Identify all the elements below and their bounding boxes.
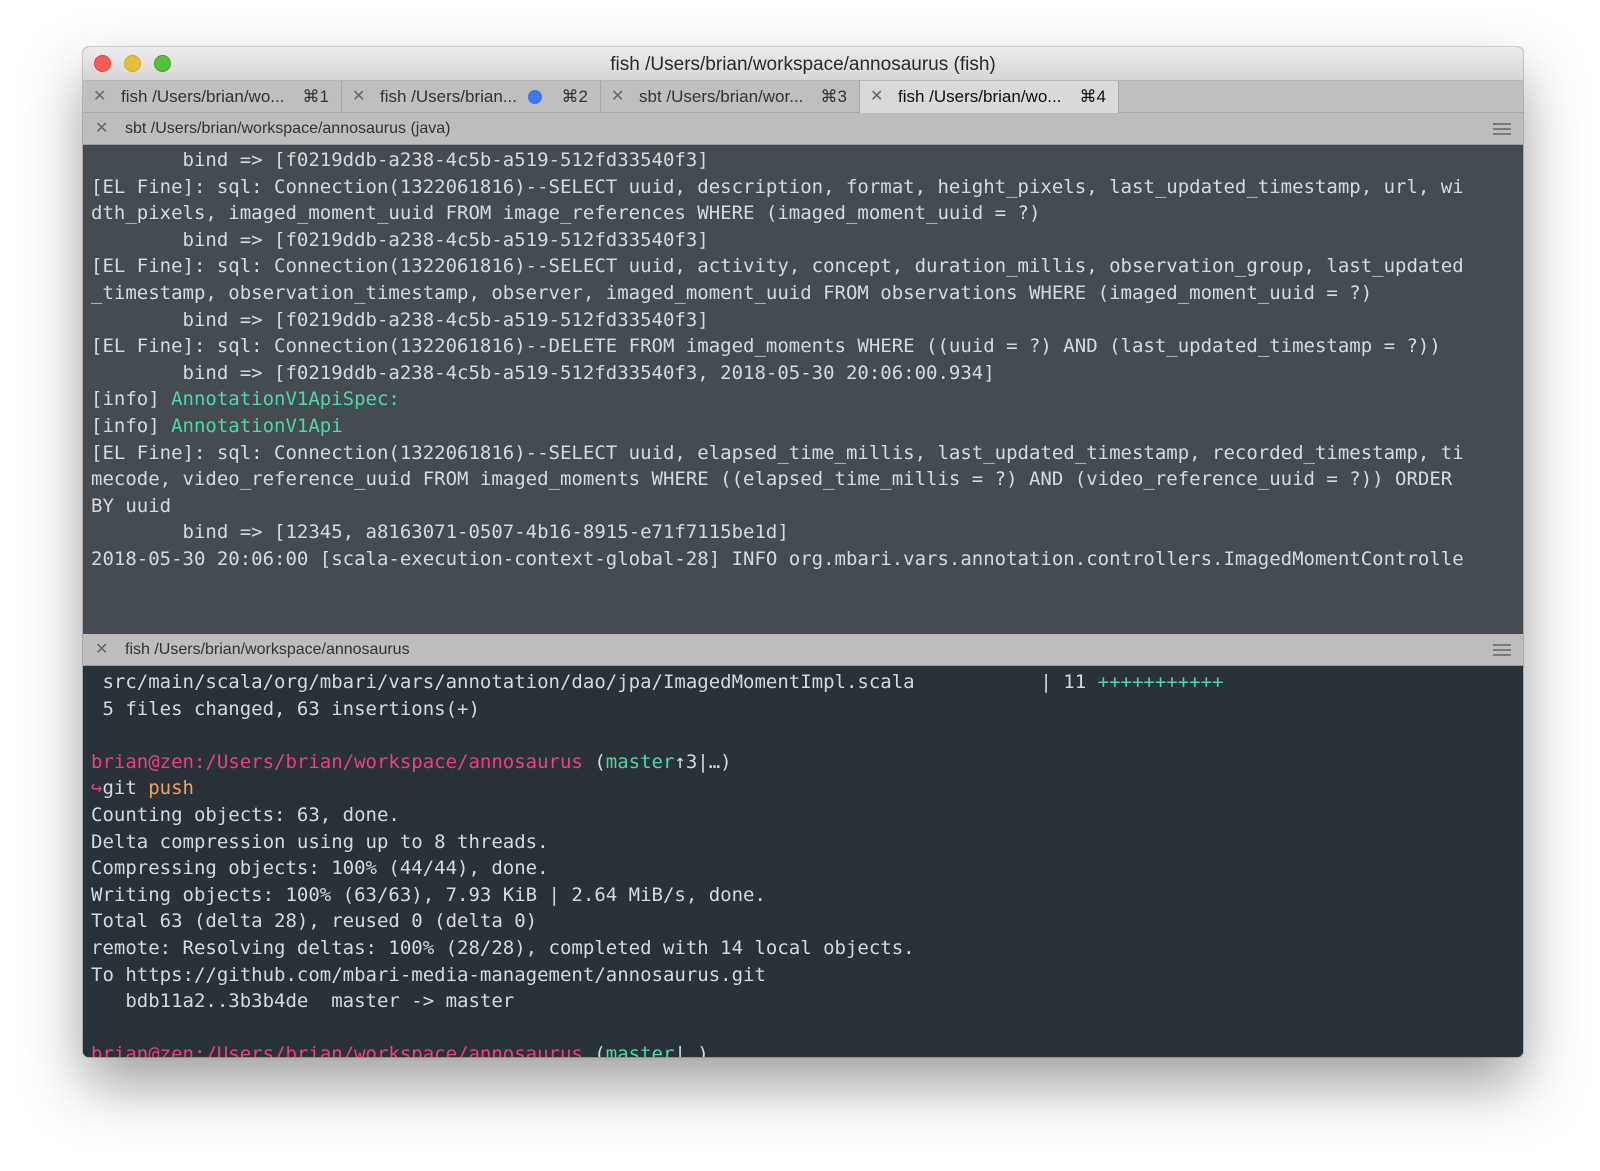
pane-menu-icon[interactable] bbox=[1493, 123, 1511, 138]
terminal-line: [EL Fine]: sql: Connection(1322061816)--… bbox=[91, 255, 1464, 278]
info-prefix: [info] bbox=[91, 388, 172, 411]
tab-shortcut: ⌘1 bbox=[302, 87, 329, 106]
diffstat-plus: +++++++++++ bbox=[1097, 671, 1224, 693]
terminal-line: [EL Fine]: sql: Connection(1322061816)--… bbox=[91, 335, 1441, 358]
title-bar[interactable]: fish /Users/brian/workspace/annosaurus (… bbox=[83, 47, 1523, 81]
test-api-name: AnnotationV1Api bbox=[171, 414, 343, 437]
top-pane-header[interactable]: ✕ sbt /Users/brian/workspace/annosaurus … bbox=[83, 113, 1523, 145]
close-pane-icon[interactable]: ✕ bbox=[95, 113, 108, 144]
tab-2[interactable]: ✕ fish /Users/brian... ⌘2 bbox=[342, 81, 601, 113]
terminal-line: bind => [f0219ddb-a238-4c5b-a519-512fd33… bbox=[91, 361, 995, 384]
terminal-line: _timestamp, observation_timestamp, obser… bbox=[91, 281, 1373, 304]
git-status: |…) bbox=[674, 1043, 709, 1057]
output-line: bdb11a2..3b3b4de master -> master bbox=[91, 990, 515, 1013]
terminal-line: dth_pixels, imaged_moment_uuid FROM imag… bbox=[91, 202, 1041, 225]
tab-1[interactable]: ✕ fish /Users/brian/wo... ⌘1 bbox=[83, 81, 342, 113]
tab-label: fish /Users/brian/wo... bbox=[898, 87, 1062, 106]
close-tab-icon[interactable]: ✕ bbox=[870, 81, 883, 112]
command-name: git bbox=[102, 777, 137, 800]
terminal-line: bind => [f0219ddb-a238-4c5b-a519-512fd33… bbox=[91, 308, 709, 331]
terminal-line: [EL Fine]: sql: Connection(1322061816)--… bbox=[91, 175, 1464, 198]
bottom-terminal-pane[interactable]: src/main/scala/org/mbari/vars/annotation… bbox=[83, 666, 1523, 1057]
output-line: remote: Resolving deltas: 100% (28/28), … bbox=[91, 936, 915, 959]
git-status: ↑3|…) bbox=[674, 750, 732, 773]
terminal-line: mecode, video_reference_uuid FROM imaged… bbox=[91, 468, 1453, 491]
output-line: Writing objects: 100% (63/63), 7.93 KiB … bbox=[91, 883, 766, 906]
bottom-pane-header[interactable]: ✕ fish /Users/brian/workspace/annosaurus bbox=[83, 634, 1523, 666]
close-tab-icon[interactable]: ✕ bbox=[93, 81, 106, 112]
output-line: Counting objects: 63, done. bbox=[91, 803, 400, 826]
output-line: Delta compression using up to 8 threads. bbox=[91, 830, 549, 853]
close-pane-icon[interactable]: ✕ bbox=[95, 634, 108, 665]
info-prefix: [info] bbox=[91, 414, 172, 437]
tab-bar: ✕ fish /Users/brian/wo... ⌘1 ✕ fish /Use… bbox=[83, 81, 1523, 113]
tab-shortcut: ⌘2 bbox=[561, 87, 588, 106]
prompt-paren: ( bbox=[582, 750, 606, 773]
prompt-line: brian@zen:/Users/brian/workspace/annosau… bbox=[91, 1041, 1523, 1057]
close-tab-icon[interactable]: ✕ bbox=[611, 81, 624, 112]
test-spec-name: AnnotationV1ApiSpec: bbox=[171, 388, 400, 411]
output-line: Compressing objects: 100% (44/44), done. bbox=[91, 857, 549, 880]
terminal-line: BY uuid bbox=[91, 494, 172, 517]
command-line: ↪git push bbox=[91, 775, 1523, 802]
tab-label: sbt /Users/brian/wor... bbox=[639, 87, 804, 106]
terminal-line: bind => [f0219ddb-a238-4c5b-a519-512fd33… bbox=[91, 149, 709, 171]
git-branch: master bbox=[605, 750, 675, 773]
window-title: fish /Users/brian/workspace/annosaurus (… bbox=[610, 54, 996, 75]
info-line: [info] AnnotationV1ApiSpec: bbox=[91, 386, 1523, 413]
terminal-line: [EL Fine]: sql: Connection(1322061816)--… bbox=[91, 441, 1464, 464]
output-line: Total 63 (delta 28), reused 0 (delta 0) bbox=[91, 910, 538, 933]
tab-shortcut: ⌘3 bbox=[820, 87, 847, 106]
pane-menu-icon[interactable] bbox=[1493, 644, 1511, 659]
close-tab-icon[interactable]: ✕ bbox=[352, 81, 365, 112]
tab-4[interactable]: ✕ fish /Users/brian/wo... ⌘4 bbox=[860, 81, 1119, 113]
prompt-path: brian@zen:/Users/brian/workspace/annosau… bbox=[91, 1043, 583, 1057]
top-pane-title: sbt /Users/brian/workspace/annosaurus (j… bbox=[125, 120, 451, 137]
output-line: To https://github.com/mbari-media-manage… bbox=[91, 963, 766, 986]
diffstat-line: src/main/scala/org/mbari/vars/annotation… bbox=[91, 669, 1523, 696]
tab-label: fish /Users/brian... bbox=[380, 87, 517, 106]
tab-label: fish /Users/brian/wo... bbox=[121, 87, 285, 106]
tab-3[interactable]: ✕ sbt /Users/brian/wor... ⌘3 bbox=[601, 81, 860, 113]
activity-dot-icon bbox=[528, 90, 542, 104]
diffstat-file: src/main/scala/org/mbari/vars/annotation… bbox=[91, 671, 1098, 693]
git-branch: master bbox=[605, 1043, 675, 1057]
prompt-line: brian@zen:/Users/brian/workspace/annosau… bbox=[91, 749, 1523, 776]
diffstat-summary: 5 files changed, 63 insertions(+) bbox=[91, 697, 480, 720]
tab-shortcut: ⌘4 bbox=[1079, 87, 1106, 106]
info-line: [info] AnnotationV1Api bbox=[91, 413, 1523, 440]
command-argument: push bbox=[136, 777, 194, 800]
terminal-line: 2018-05-30 20:06:00 [scala-execution-con… bbox=[91, 547, 1464, 570]
terminal-window: fish /Users/brian/workspace/annosaurus (… bbox=[83, 47, 1523, 1057]
bottom-pane-title: fish /Users/brian/workspace/annosaurus bbox=[125, 641, 410, 658]
terminal-line: bind => [12345, a8163071-0507-4b16-8915-… bbox=[91, 521, 789, 544]
terminal-line: bind => [f0219ddb-a238-4c5b-a519-512fd33… bbox=[91, 228, 709, 251]
prompt-arrow-icon: ↪ bbox=[91, 777, 103, 800]
prompt-paren: ( bbox=[582, 1043, 606, 1057]
prompt-path: brian@zen:/Users/brian/workspace/annosau… bbox=[91, 750, 583, 773]
top-terminal-pane[interactable]: bind => [f0219ddb-a238-4c5b-a519-512fd33… bbox=[83, 145, 1523, 634]
